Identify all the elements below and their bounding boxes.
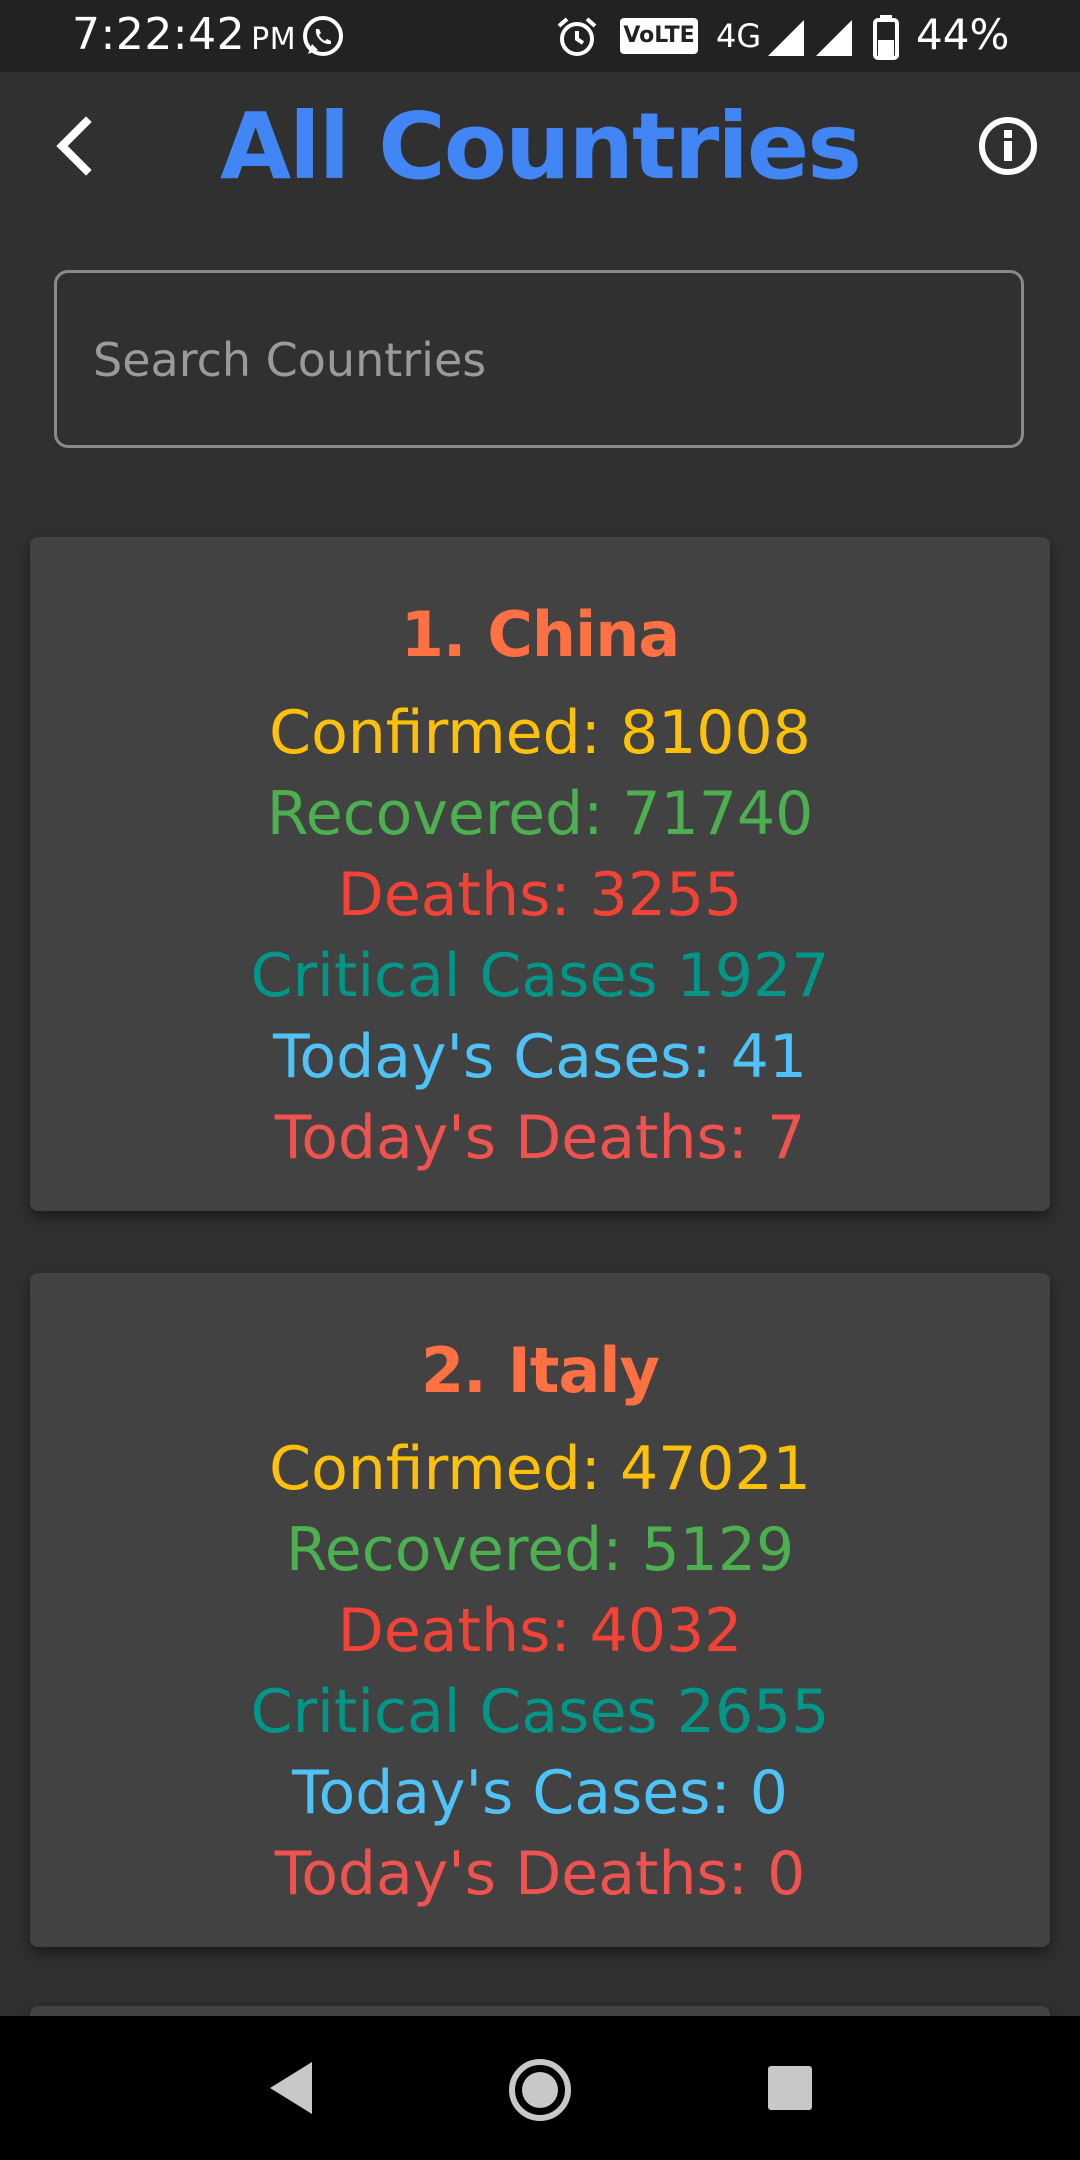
alarm-icon [557, 17, 597, 56]
country-name: China [487, 598, 680, 671]
country-title: 2. Italy [30, 1331, 1050, 1411]
confirmed-stat: Confirmed: 47021 [269, 1434, 811, 1504]
nav-home-icon[interactable] [506, 2056, 574, 2124]
country-title: 1. China [30, 595, 1050, 675]
nav-recents-icon[interactable] [760, 2058, 820, 2118]
country-rank: 2. [421, 1334, 487, 1407]
status-clock: 7:22:42 [72, 9, 246, 60]
search-input[interactable] [91, 273, 975, 447]
todays-cases-stat: Today's Cases: 41 [272, 1022, 808, 1092]
signal-icon-2 [816, 20, 852, 56]
nav-back-icon[interactable] [262, 2056, 326, 2120]
network-type: 4G [716, 17, 762, 55]
battery-icon [873, 15, 899, 60]
info-icon [979, 117, 1037, 175]
search-box [54, 270, 1024, 448]
critical-cases-stat: Critical Cases 2655 [250, 1677, 830, 1747]
volte-badge: VoLTE [620, 18, 698, 54]
battery-percent: 44% [916, 10, 1010, 59]
status-ampm: PM [251, 22, 297, 57]
signal-icon [768, 20, 804, 56]
whatsapp-icon [303, 16, 343, 56]
app-bar: All Countries [0, 72, 1080, 222]
todays-deaths-stat: Today's Deaths: 7 [274, 1103, 806, 1173]
confirmed-stat: Confirmed: 81008 [269, 698, 811, 768]
recovered-stat: Recovered: 71740 [266, 779, 814, 849]
status-time: 7:22:42 PM [72, 10, 296, 65]
country-card[interactable]: 2. Italy Confirmed: 47021 Recovered: 5129… [30, 1273, 1050, 1947]
info-button[interactable] [972, 110, 1044, 182]
critical-cases-stat: Critical Cases 1927 [250, 941, 830, 1011]
status-bar: 7:22:42 PM VoLTE 4G 44% [0, 0, 1080, 72]
country-card[interactable]: 1. China Confirmed: 81008 Recovered: 7174… [30, 537, 1050, 1211]
country-name: Italy [507, 1334, 660, 1407]
page-title: All Countries [219, 93, 862, 200]
todays-deaths-stat: Today's Deaths: 0 [274, 1839, 806, 1909]
navigation-bar [0, 2016, 1080, 2160]
deaths-stat: Deaths: 4032 [337, 1596, 743, 1666]
deaths-stat: Deaths: 3255 [337, 860, 743, 930]
todays-cases-stat: Today's Cases: 0 [292, 1758, 788, 1828]
country-rank: 1. [400, 598, 467, 671]
recovered-stat: Recovered: 5129 [285, 1515, 795, 1585]
